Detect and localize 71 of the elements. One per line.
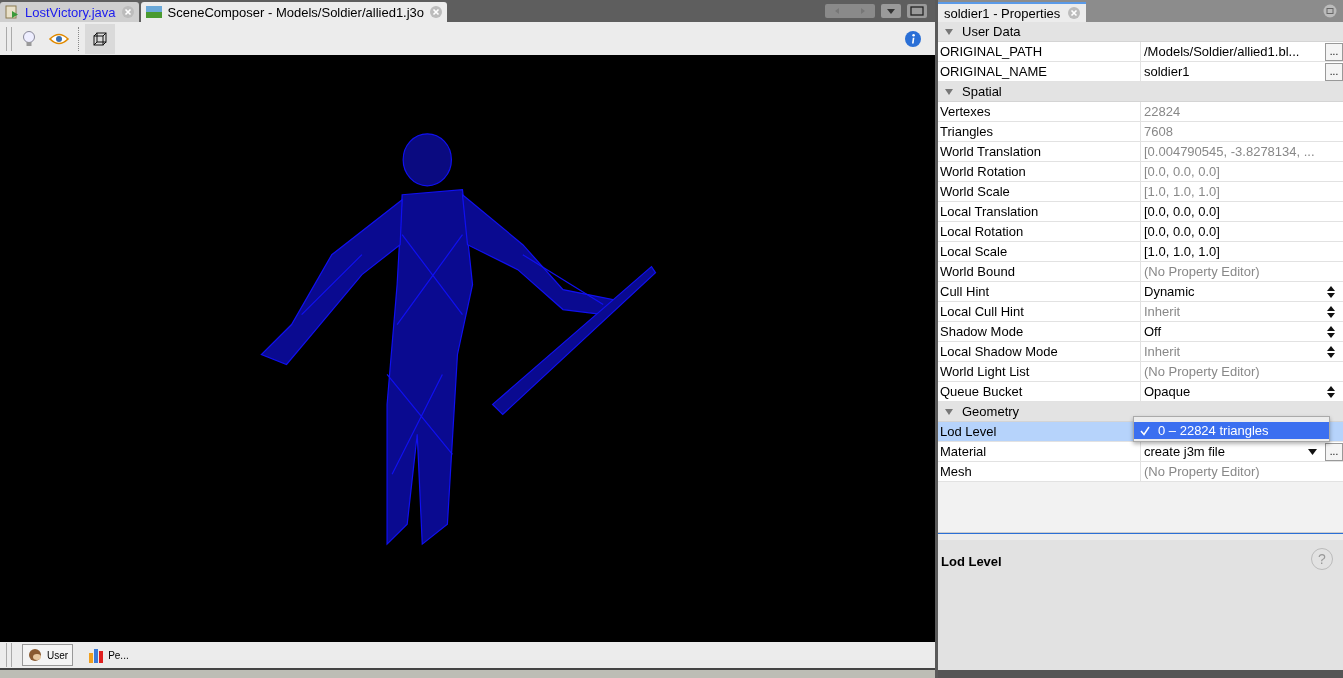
property-value[interactable]: Inherit [1144, 304, 1327, 319]
editor-tab[interactable]: SceneComposer - Models/Soldier/allied1.j3o [140, 2, 448, 22]
dropdown-icon[interactable] [881, 4, 901, 18]
property-value: (No Property Editor) [1144, 364, 1261, 379]
property-value[interactable]: create j3m file [1144, 444, 1308, 459]
bar-chart-icon [88, 647, 105, 663]
spinner-arrows-icon[interactable] [1327, 325, 1335, 338]
property-name[interactable]: Triangles [938, 122, 1141, 141]
property-name[interactable]: Mesh [938, 462, 1141, 481]
info-icon[interactable] [905, 30, 921, 47]
property-value[interactable]: Dynamic [1144, 284, 1327, 299]
property-value: [0.004790545, -3.8278134, ... [1144, 144, 1316, 159]
property-value[interactable]: [0.0, 0.0, 0.0] [1144, 204, 1343, 219]
checkmark-icon [1140, 425, 1150, 436]
property-name[interactable]: Queue Bucket [938, 382, 1141, 401]
ellipsis-button[interactable]: ... [1325, 62, 1343, 81]
spinner-arrows-icon[interactable] [1327, 345, 1335, 358]
properties-tab[interactable]: soldier1 - Properties [938, 2, 1087, 22]
editor-tab[interactable]: LostVictory.java [0, 2, 139, 22]
ellipsis-button[interactable]: ... [1325, 442, 1343, 461]
popup-item[interactable]: 0 – 22824 triangles [1134, 422, 1329, 439]
property-value[interactable]: /Models/Soldier/allied1.bl... [1144, 44, 1325, 59]
triangle-icon [944, 87, 954, 96]
property-value: (No Property Editor) [1144, 264, 1261, 279]
description-title: Lod Level [941, 554, 1002, 569]
property-name[interactable]: ORIGINAL_NAME [938, 62, 1141, 81]
ellipsis-button[interactable]: ... [1325, 42, 1343, 61]
property-name[interactable]: World Bound [938, 262, 1141, 281]
wireframe-cube-button[interactable] [85, 23, 115, 54]
property-name[interactable]: World Light List [938, 362, 1141, 381]
spinner-arrows-icon[interactable] [1327, 305, 1335, 318]
property-value: [0.0, 0.0, 0.0] [1144, 164, 1221, 179]
dropdown-arrow-icon[interactable] [1308, 448, 1317, 455]
spinner-arrows-icon[interactable] [1327, 385, 1335, 398]
maximize-icon[interactable] [907, 4, 927, 18]
triangle-icon [944, 27, 954, 36]
property-value[interactable]: Off [1144, 324, 1327, 339]
property-value: 7608 [1144, 124, 1174, 139]
monkey-head-icon [27, 648, 43, 662]
property-name[interactable]: World Translation [938, 142, 1141, 161]
property-value[interactable]: Opaque [1144, 384, 1327, 399]
user-button[interactable]: User [22, 644, 74, 666]
property-name[interactable]: Cull Hint [938, 282, 1141, 301]
triangle-icon [944, 407, 954, 416]
property-value: (No Property Editor) [1144, 464, 1261, 479]
property-name[interactable]: Vertexes [938, 102, 1141, 121]
java-file-icon [5, 5, 19, 19]
property-name[interactable]: World Rotation [938, 162, 1141, 181]
cube-icon [92, 30, 108, 47]
section-header[interactable]: Spatial [938, 82, 1343, 102]
property-name[interactable]: Local Scale [938, 242, 1141, 261]
light-bulb-icon [22, 29, 36, 48]
property-name[interactable]: Local Shadow Mode [938, 342, 1141, 361]
section-header[interactable]: User Data [938, 22, 1343, 42]
minimize-icon[interactable] [1323, 4, 1337, 18]
property-value[interactable]: [1.0, 1.0, 1.0] [1144, 244, 1343, 259]
property-value: [1.0, 1.0, 1.0] [1144, 184, 1221, 199]
property-name[interactable]: Local Rotation [938, 222, 1141, 241]
property-name[interactable]: Local Translation [938, 202, 1141, 221]
bar-chart-button[interactable]: Pe... [83, 644, 134, 666]
property-value: 22824 [1144, 104, 1182, 119]
eye-icon [49, 32, 69, 45]
spinner-arrows-icon[interactable] [1327, 285, 1335, 298]
property-name[interactable]: Shadow Mode [938, 322, 1141, 341]
property-name[interactable]: ORIGINAL_PATH [938, 42, 1141, 61]
property-value[interactable]: [0.0, 0.0, 0.0] [1144, 224, 1343, 239]
landscape-icon [145, 6, 162, 18]
property-name[interactable]: Local Cull Hint [938, 302, 1141, 321]
property-value[interactable]: Inherit [1144, 344, 1327, 359]
property-value[interactable]: soldier1 [1144, 64, 1325, 79]
property-name[interactable]: World Scale [938, 182, 1141, 201]
